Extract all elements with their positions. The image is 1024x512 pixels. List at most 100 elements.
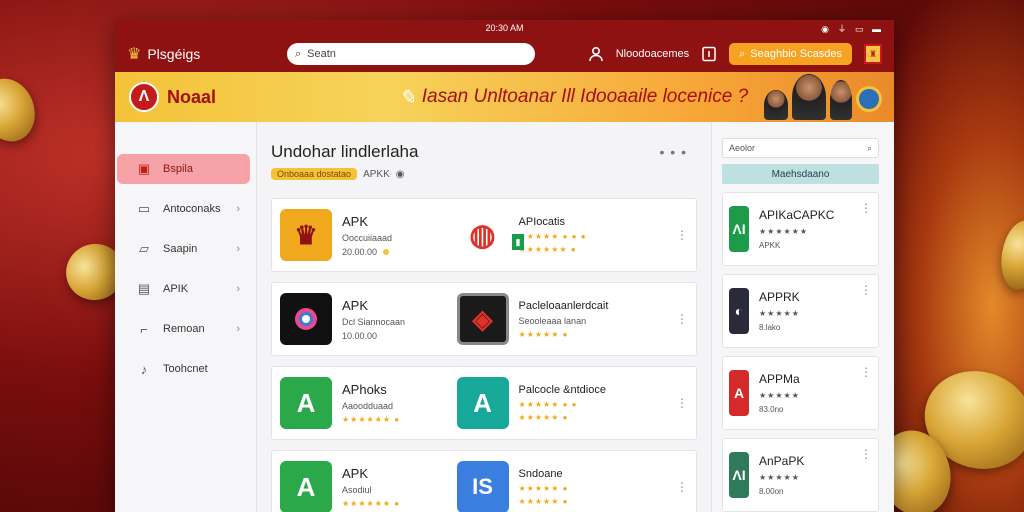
app-rating: ★★★★★★ ● xyxy=(342,415,401,424)
monitor-icon: ▭ xyxy=(137,201,151,216)
letter-a-app-icon: A xyxy=(280,377,332,429)
person-image xyxy=(764,90,788,120)
status-bar: 20:30 AM ◉ ⏚ ▭ ▬ xyxy=(115,20,894,36)
app-rating: ★★★★★ ● xyxy=(518,329,569,339)
featured-app-card[interactable]: ɅI APIKaCAPKC ★★★★★★ APKK ⋮ xyxy=(722,192,879,266)
bell-icon: ♪ xyxy=(140,361,148,377)
sidebar-item-antoconaks[interactable]: ▭ Antoconaks › xyxy=(117,194,250,224)
banner-brand: Ʌ Noaal xyxy=(129,82,399,112)
featured-app-card[interactable]: ɅI AnPaPK ★★★★★ 8.00on ⋮ xyxy=(722,438,879,512)
banner-people-image xyxy=(764,74,882,120)
sidebar-item-remoan[interactable]: ⌐ Remoan › xyxy=(117,314,250,344)
filter-button[interactable]: Maehsdaano xyxy=(722,164,879,184)
app-name: APIocatis xyxy=(518,216,565,228)
app-meta: Aaoodduaad xyxy=(342,401,394,411)
person-image xyxy=(792,74,826,120)
app-info: Sndoane ★★★★★ ● ★★★★★ ● xyxy=(519,468,569,506)
person-image xyxy=(830,80,852,120)
key-icon: ⌐ xyxy=(140,321,148,337)
app-name: APhoks xyxy=(342,382,387,397)
feather-icon: ✎ xyxy=(399,86,416,109)
sidebar: ▣ Bspila ▭ Antoconaks › ▱ Saapin › ▤ API… xyxy=(115,122,257,512)
app-name: Pacleloaanlerdcait xyxy=(518,299,609,312)
app-name: APK xyxy=(342,213,369,229)
app-rating: ★★★★★ xyxy=(759,391,800,400)
menu-icon[interactable] xyxy=(701,46,717,62)
more-options-icon[interactable]: • • • xyxy=(660,144,687,160)
region-flag-icon[interactable]: ♜ xyxy=(864,44,882,64)
more-vertical-icon[interactable]: ⋮ xyxy=(860,201,872,215)
featured-list: ɅI APIKaCAPKC ★★★★★★ APKK ⋮ ◐ APPRK ★★★★… xyxy=(722,192,879,512)
app-info: AnPaPK ★★★★★ 8.00on xyxy=(759,454,804,496)
app-size: 20.00.00 xyxy=(342,246,378,257)
app-name: APK xyxy=(342,466,369,481)
category-badge[interactable]: Onboaaa dostatao xyxy=(271,168,358,180)
search-action-button[interactable]: ⌕ Seaghbio Scasdes xyxy=(729,43,852,65)
crown-icon: ♛ xyxy=(127,46,142,63)
badge-app-icon: ◈ xyxy=(456,293,509,345)
letter-a-app-icon: A xyxy=(456,377,509,429)
more-vertical-icon[interactable]: ⋮ xyxy=(676,312,688,326)
sidebar-item-apik[interactable]: ▤ APIK › xyxy=(117,274,250,304)
account-link[interactable]: Nloodoacemes xyxy=(616,48,689,60)
app-card[interactable]: ◈ Pacleloaanlerdcait Seooleaaa lanan ★★★… xyxy=(456,293,688,345)
more-vertical-icon[interactable]: ⋮ xyxy=(676,396,688,410)
app-name: APPRK xyxy=(759,290,800,304)
app-card[interactable]: A APhoks Aaoodduaad ★★★★★★ ● xyxy=(280,377,457,429)
search-action-label: Seaghbio Scasdes xyxy=(750,48,842,60)
sidebar-item-bspila[interactable]: ▣ Bspila xyxy=(117,154,250,184)
app-icon: ◐ xyxy=(729,288,749,334)
app-info: APK Dcl Siannocaan 10.00.00 xyxy=(342,298,405,341)
sidebar-item-label: Antoconaks xyxy=(163,203,221,215)
more-vertical-icon[interactable]: ⋮ xyxy=(860,447,872,461)
sub-label: APKK xyxy=(363,168,390,180)
app-rating: ★★★★★ ● xyxy=(518,413,569,422)
app-card[interactable]: ◍ APIocatis ★★★★★ ● ● ● ★★★★★★ ● ⋮ xyxy=(456,209,688,261)
more-vertical-icon[interactable]: ⋮ xyxy=(860,283,872,297)
more-vertical-icon[interactable]: ⋮ xyxy=(860,365,872,379)
sidebar-item-label: Bspila xyxy=(163,163,193,175)
more-vertical-icon[interactable]: ⋮ xyxy=(676,228,688,242)
featured-app-card[interactable]: ◐ APPRK ★★★★★ 8.lako ⋮ xyxy=(722,274,879,348)
app-meta: Ooccuiiaaad xyxy=(342,232,393,243)
info-icon: ◉ xyxy=(395,168,405,180)
app-name: APPMa xyxy=(759,372,800,386)
right-panel: Aeolor ⌕ Maehsdaano ɅI APIKaCAPKC ★★★★★★… xyxy=(711,122,893,512)
tablet-icon: ▱ xyxy=(139,241,149,256)
bookmark-icon: ▮ xyxy=(512,234,524,250)
app-meta: Seooleaaa lanan xyxy=(518,315,587,326)
more-vertical-icon[interactable]: ⋮ xyxy=(676,480,688,494)
app-rating: ★★★★★ ● ● xyxy=(518,400,578,409)
chat-app-icon: IS xyxy=(456,461,509,512)
app-rating: ★★★★★ ● ● ● xyxy=(518,232,587,241)
app-name: APK xyxy=(342,297,369,313)
content-area: ▣ Bspila ▭ Antoconaks › ▱ Saapin › ▤ API… xyxy=(115,122,894,512)
user-icon[interactable] xyxy=(588,46,604,62)
app-row: APK Dcl Siannocaan 10.00.00 ◈ Pacleloaan… xyxy=(271,282,697,356)
app-info: APhoks Aaoodduaad ★★★★★★ ● xyxy=(342,382,400,424)
app-rating: ★★★★★★ ● xyxy=(342,499,401,508)
search-input[interactable]: ⌕ Seatn xyxy=(287,43,535,65)
side-search-placeholder: Aeolor xyxy=(729,143,756,153)
chat-bubble-app-icon: ◍ xyxy=(456,209,509,261)
app-card[interactable]: IS Sndoane ★★★★★ ● ★★★★★ ● ⋮ xyxy=(456,461,688,512)
app-card[interactable]: ♛ APK Ooccuiiaaad 20.00.00 xyxy=(280,209,457,261)
app-card[interactable]: A Palcocle &ntdioce ★★★★★ ● ● ★★★★★ ● ⋮ xyxy=(456,377,688,429)
app-card[interactable]: APK Dcl Siannocaan 10.00.00 xyxy=(280,293,457,345)
sidebar-item-saapin[interactable]: ▱ Saapin › xyxy=(117,234,250,264)
sidebar-item-toohcnet[interactable]: ♪ Toohcnet xyxy=(117,354,250,384)
app-logo[interactable]: ♛ Plsgéigs xyxy=(127,44,287,64)
featured-app-card[interactable]: A APPMa ★★★★★ 83.0no ⋮ xyxy=(722,356,879,430)
chevron-right-icon: › xyxy=(236,243,240,255)
banner-slogan: ✎ Iasan Unltoanar Ill Idooaaile locenice… xyxy=(399,85,748,110)
side-search-input[interactable]: Aeolor ⌕ xyxy=(722,138,879,158)
gold-coin-decoration xyxy=(0,71,44,149)
status-icons: ◉ ⏚ ▭ ▬ xyxy=(821,24,884,34)
app-card[interactable]: A APK Asodiul ★★★★★★ ● xyxy=(280,461,457,512)
app-grid: ♛ APK Ooccuiiaaad 20.00.00 ◍ APIocatis ★… xyxy=(271,198,697,512)
section-subheader: Onboaaa dostatao APKK ◉ xyxy=(271,168,697,180)
promo-banner[interactable]: Ʌ Noaal ✎ Iasan Unltoanar Ill Idooaaile … xyxy=(115,72,894,122)
app-info: Pacleloaanlerdcait Seooleaaa lanan ★★★★★… xyxy=(519,300,609,339)
flag-icon: ▣ xyxy=(137,161,151,176)
app-meta: 20.00.00 xyxy=(342,247,392,257)
